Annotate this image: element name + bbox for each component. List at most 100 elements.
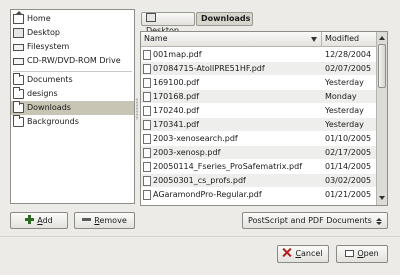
file-row[interactable]: 20050301_cs_profs.pdf 03/02/2005 (141, 174, 376, 187)
file-name: 20050301_cs_profs.pdf (153, 176, 246, 185)
file-row[interactable]: 170240.pdf Yesterday (141, 104, 376, 117)
folder-icon (13, 73, 24, 85)
file-name: 170341.pdf (153, 120, 200, 129)
places-sidebar: Home Desktop Filesystem CD-RW/DVD-ROM Dr… (10, 9, 135, 204)
file-name: 2003-xenosearch.pdf (153, 134, 238, 143)
place-label: Home (27, 14, 51, 23)
pdf-file-icon (143, 92, 151, 102)
place-designs[interactable]: designs (11, 87, 134, 101)
place-cdrom[interactable]: CD-RW/DVD-ROM Drive (11, 54, 134, 68)
remove-bookmark-button[interactable]: Remove (74, 212, 135, 229)
place-label: designs (27, 89, 58, 98)
place-downloads[interactable]: Downloads (11, 101, 134, 115)
folder-icon (13, 115, 24, 127)
file-row[interactable]: 001map.pdf 12/28/2004 (141, 48, 376, 61)
pdf-file-icon (143, 50, 151, 60)
file-modified: Yesterday (325, 106, 364, 115)
file-type-filter[interactable]: PostScript and PDF Documents (242, 212, 388, 229)
file-name: 169100.pdf (153, 78, 200, 87)
file-row[interactable]: 170168.pdf Monday (141, 90, 376, 103)
sort-descending-icon (311, 37, 317, 42)
file-modified: 01/10/2005 (325, 134, 372, 143)
desktop-icon (13, 28, 24, 38)
place-label: Backgrounds (27, 117, 79, 126)
scrollbar-thumb[interactable] (378, 44, 386, 88)
vertical-scrollbar[interactable] (376, 32, 387, 205)
place-label: CD-RW/DVD-ROM Drive (27, 56, 121, 65)
places-separator (13, 71, 132, 72)
scroll-down-icon[interactable] (378, 194, 387, 203)
place-documents[interactable]: Documents (11, 73, 134, 87)
pdf-file-icon (143, 120, 151, 130)
file-name: 170168.pdf (153, 92, 200, 101)
file-modified: 02/07/2005 (325, 64, 372, 73)
file-modified: 02/17/2005 (325, 148, 372, 157)
pdf-file-icon (143, 148, 151, 158)
place-label: Desktop (27, 28, 60, 37)
pdf-file-icon (143, 162, 151, 172)
pdf-file-icon (143, 176, 151, 186)
path-label: Downloads (201, 14, 251, 23)
open-folder-icon (345, 250, 355, 257)
pdf-file-icon (143, 78, 151, 88)
folder-icon (13, 87, 24, 99)
file-name: 170240.pdf (153, 106, 200, 115)
pdf-file-icon (143, 134, 151, 144)
file-row[interactable]: 169100.pdf Yesterday (141, 76, 376, 89)
open-button[interactable]: Open (336, 245, 388, 263)
file-name: 001map.pdf (153, 50, 202, 59)
column-label: Modified (325, 34, 360, 43)
place-filesystem[interactable]: Filesystem (11, 40, 134, 54)
cancel-label: ancel (301, 249, 323, 258)
remove-icon (82, 215, 92, 224)
place-backgrounds[interactable]: Backgrounds (11, 115, 134, 129)
file-modified: 01/14/2005 (325, 162, 372, 171)
filter-value: PostScript and PDF Documents (248, 216, 372, 225)
path-button-desktop[interactable]: Desktop (141, 12, 195, 35)
pdf-file-icon (143, 106, 151, 116)
file-list[interactable]: Name Modified 001map.pdf 12/28/2004 07084… (140, 31, 388, 206)
desktop-icon (146, 13, 156, 22)
file-row[interactable]: 170341.pdf Yesterday (141, 118, 376, 131)
pane-splitter-handle[interactable] (136, 98, 138, 120)
cdrom-icon (13, 58, 24, 65)
file-name: AGaramondPro-Regular.pdf (153, 190, 262, 199)
place-label: Downloads (27, 103, 71, 112)
home-icon (13, 11, 24, 24)
scroll-up-icon[interactable] (378, 34, 387, 43)
path-button-downloads[interactable]: Downloads (196, 12, 253, 26)
file-row[interactable]: 20050114_Fseries_ProSafematrix.pdf 01/14/… (141, 160, 376, 173)
file-modified: Monday (325, 92, 357, 101)
folder-icon (13, 101, 24, 113)
name-column-header[interactable]: Name (141, 32, 322, 47)
add-label: dd (42, 216, 53, 225)
dialog-separator (0, 236, 400, 237)
place-label: Documents (27, 75, 73, 84)
column-label: Name (144, 34, 168, 43)
modified-column-header[interactable]: Modified (322, 32, 376, 47)
cancel-button[interactable]: Cancel (277, 245, 329, 263)
file-modified: 01/21/2005 (325, 190, 372, 199)
file-row[interactable]: 2003-xenosearch.pdf 01/10/2005 (141, 132, 376, 145)
file-name: 07084715-AtollPRE51HF.pdf (153, 64, 265, 73)
file-row[interactable]: 2003-xenosp.pdf 02/17/2005 (141, 146, 376, 159)
file-modified: Yesterday (325, 120, 364, 129)
drive-icon (13, 44, 24, 51)
file-modified: Yesterday (325, 78, 364, 87)
file-row[interactable]: 07084715-AtollPRE51HF.pdf 02/07/2005 (141, 62, 376, 75)
remove-label: emove (99, 216, 127, 225)
add-bookmark-button[interactable]: Add (10, 212, 68, 229)
file-name: 2003-xenosp.pdf (153, 148, 221, 157)
place-desktop[interactable]: Desktop (11, 26, 134, 40)
cancel-icon (283, 248, 292, 257)
pdf-file-icon (143, 64, 151, 74)
add-icon (25, 215, 35, 224)
place-home[interactable]: Home (11, 11, 134, 26)
combo-arrows-icon (376, 218, 383, 225)
file-row[interactable]: AGaramondPro-Regular.pdf 01/21/2005 (141, 188, 376, 201)
file-list-header: Name Modified (141, 32, 376, 47)
file-name: 20050114_Fseries_ProSafematrix.pdf (153, 162, 303, 171)
file-modified: 03/02/2005 (325, 176, 372, 185)
place-label: Filesystem (27, 42, 70, 51)
open-label: pen (363, 249, 379, 258)
